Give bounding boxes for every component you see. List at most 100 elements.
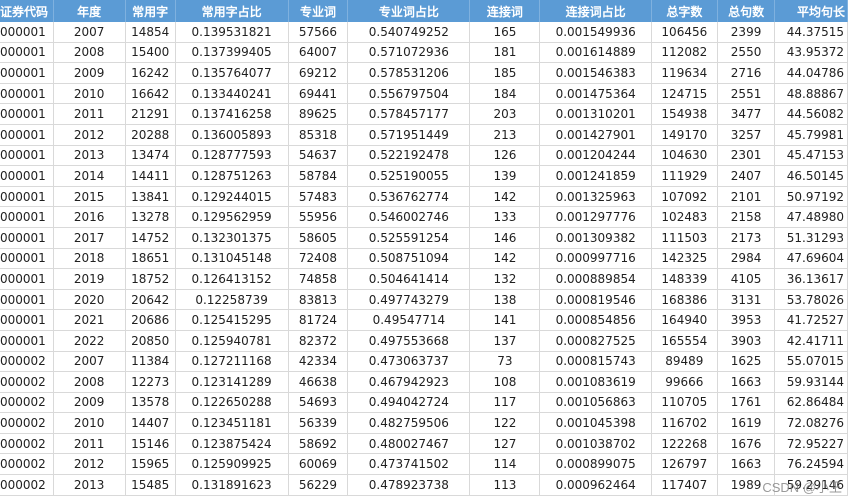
- table-cell[interactable]: 0.125415295: [175, 309, 289, 331]
- table-cell[interactable]: 213: [469, 124, 541, 146]
- table-cell[interactable]: 000001: [0, 227, 54, 249]
- column-header[interactable]: 专业词占比: [347, 0, 471, 22]
- table-cell[interactable]: 60069: [288, 453, 349, 476]
- table-cell[interactable]: 0.001204244: [539, 145, 652, 167]
- table-cell[interactable]: 0.525190055: [347, 165, 471, 187]
- table-cell[interactable]: 58784: [288, 165, 349, 187]
- table-cell[interactable]: 1663: [717, 453, 776, 476]
- table-cell[interactable]: 0.131891623: [175, 474, 289, 496]
- table-cell[interactable]: 47.48980: [774, 206, 848, 228]
- table-cell[interactable]: 0.000889854: [539, 268, 652, 290]
- table-cell[interactable]: 0.001325963: [539, 186, 652, 208]
- table-cell[interactable]: 0.001045398: [539, 412, 652, 434]
- table-cell[interactable]: 0.504641414: [347, 268, 471, 290]
- table-cell[interactable]: 0.001056863: [539, 392, 652, 414]
- table-cell[interactable]: 53.78026: [774, 289, 848, 311]
- table-cell[interactable]: 117: [469, 392, 541, 414]
- table-cell[interactable]: 18651: [125, 248, 176, 270]
- table-cell[interactable]: 000001: [0, 165, 54, 187]
- table-cell[interactable]: 0.571072936: [347, 42, 471, 64]
- table-cell[interactable]: 0.001427901: [539, 124, 652, 146]
- table-cell[interactable]: 43.95372: [774, 42, 848, 64]
- table-cell[interactable]: 111503: [651, 227, 718, 249]
- table-cell[interactable]: 000002: [0, 433, 54, 455]
- table-cell[interactable]: 1761: [717, 392, 776, 414]
- table-cell[interactable]: 0.125909925: [175, 453, 289, 476]
- table-cell[interactable]: 0.128751263: [175, 165, 289, 187]
- table-cell[interactable]: 2101: [717, 186, 776, 208]
- table-cell[interactable]: 3953: [717, 309, 776, 331]
- table-cell[interactable]: 0.546002746: [347, 206, 471, 228]
- table-cell[interactable]: 2551: [717, 83, 776, 105]
- table-cell[interactable]: 000002: [0, 351, 54, 373]
- table-cell[interactable]: 0.125940781: [175, 330, 289, 352]
- table-cell[interactable]: 0.129562959: [175, 206, 289, 228]
- table-cell[interactable]: 2173: [717, 227, 776, 249]
- table-cell[interactable]: 14854: [125, 22, 176, 43]
- table-cell[interactable]: 000001: [0, 62, 54, 84]
- table-cell[interactable]: 0.578531206: [347, 62, 471, 84]
- table-cell[interactable]: 0.001310201: [539, 103, 652, 125]
- table-cell[interactable]: 3257: [717, 124, 776, 146]
- table-cell[interactable]: 0.001549936: [539, 22, 652, 43]
- table-cell[interactable]: 2009: [53, 62, 126, 84]
- table-cell[interactable]: 133: [469, 206, 541, 228]
- table-cell[interactable]: 85318: [288, 124, 349, 146]
- table-cell[interactable]: 0.478923738: [347, 474, 471, 496]
- table-cell[interactable]: 55.07015: [774, 351, 848, 373]
- table-cell[interactable]: 112082: [651, 42, 718, 64]
- table-cell[interactable]: 0.536762774: [347, 186, 471, 208]
- table-cell[interactable]: 20686: [125, 309, 176, 331]
- table-cell[interactable]: 2007: [53, 351, 126, 373]
- table-cell[interactable]: 000002: [0, 453, 54, 476]
- table-cell[interactable]: 2018: [53, 248, 126, 270]
- table-cell[interactable]: 45.47153: [774, 145, 848, 167]
- table-cell[interactable]: 2399: [717, 22, 776, 43]
- table-cell[interactable]: 168386: [651, 289, 718, 311]
- table-cell[interactable]: 000001: [0, 186, 54, 208]
- table-cell[interactable]: 83813: [288, 289, 349, 311]
- table-cell[interactable]: 165: [469, 22, 541, 43]
- table-cell[interactable]: 15400: [125, 42, 176, 64]
- table-cell[interactable]: 2011: [53, 433, 126, 455]
- table-cell[interactable]: 000001: [0, 42, 54, 64]
- table-cell[interactable]: 2017: [53, 227, 126, 249]
- table-cell[interactable]: 0.001309382: [539, 227, 652, 249]
- table-cell[interactable]: 122268: [651, 433, 718, 455]
- table-cell[interactable]: 106456: [651, 22, 718, 43]
- table-cell[interactable]: 149170: [651, 124, 718, 146]
- table-cell[interactable]: 0.123875424: [175, 433, 289, 455]
- table-cell[interactable]: 0.132301375: [175, 227, 289, 249]
- table-cell[interactable]: 42.41711: [774, 330, 848, 352]
- table-cell[interactable]: 127: [469, 433, 541, 455]
- table-cell[interactable]: 54637: [288, 145, 349, 167]
- table-cell[interactable]: 2015: [53, 186, 126, 208]
- table-cell[interactable]: 0.128777593: [175, 145, 289, 167]
- table-cell[interactable]: 2012: [53, 453, 126, 476]
- table-cell[interactable]: 20642: [125, 289, 176, 311]
- table-cell[interactable]: 50.97192: [774, 186, 848, 208]
- table-cell[interactable]: 184: [469, 83, 541, 105]
- table-cell[interactable]: 47.69604: [774, 248, 848, 270]
- table-cell[interactable]: 2158: [717, 206, 776, 228]
- table-cell[interactable]: 0.133440241: [175, 83, 289, 105]
- table-cell[interactable]: 2009: [53, 392, 126, 414]
- table-cell[interactable]: 99666: [651, 371, 718, 393]
- table-cell[interactable]: 148339: [651, 268, 718, 290]
- table-cell[interactable]: 0.000815743: [539, 351, 652, 373]
- table-cell[interactable]: 2019: [53, 268, 126, 290]
- table-cell[interactable]: 0.001475364: [539, 83, 652, 105]
- table-cell[interactable]: 55956: [288, 206, 349, 228]
- table-cell[interactable]: 114: [469, 453, 541, 476]
- table-cell[interactable]: 15965: [125, 453, 176, 476]
- column-header[interactable]: 总句数: [717, 0, 776, 22]
- table-cell[interactable]: 4105: [717, 268, 776, 290]
- table-cell[interactable]: 142: [469, 186, 541, 208]
- table-cell[interactable]: 0.001241859: [539, 165, 652, 187]
- table-cell[interactable]: 0.473063737: [347, 351, 471, 373]
- table-cell[interactable]: 165554: [651, 330, 718, 352]
- table-cell[interactable]: 113: [469, 474, 541, 496]
- table-cell[interactable]: 15485: [125, 474, 176, 496]
- table-cell[interactable]: 16642: [125, 83, 176, 105]
- table-cell[interactable]: 000001: [0, 83, 54, 105]
